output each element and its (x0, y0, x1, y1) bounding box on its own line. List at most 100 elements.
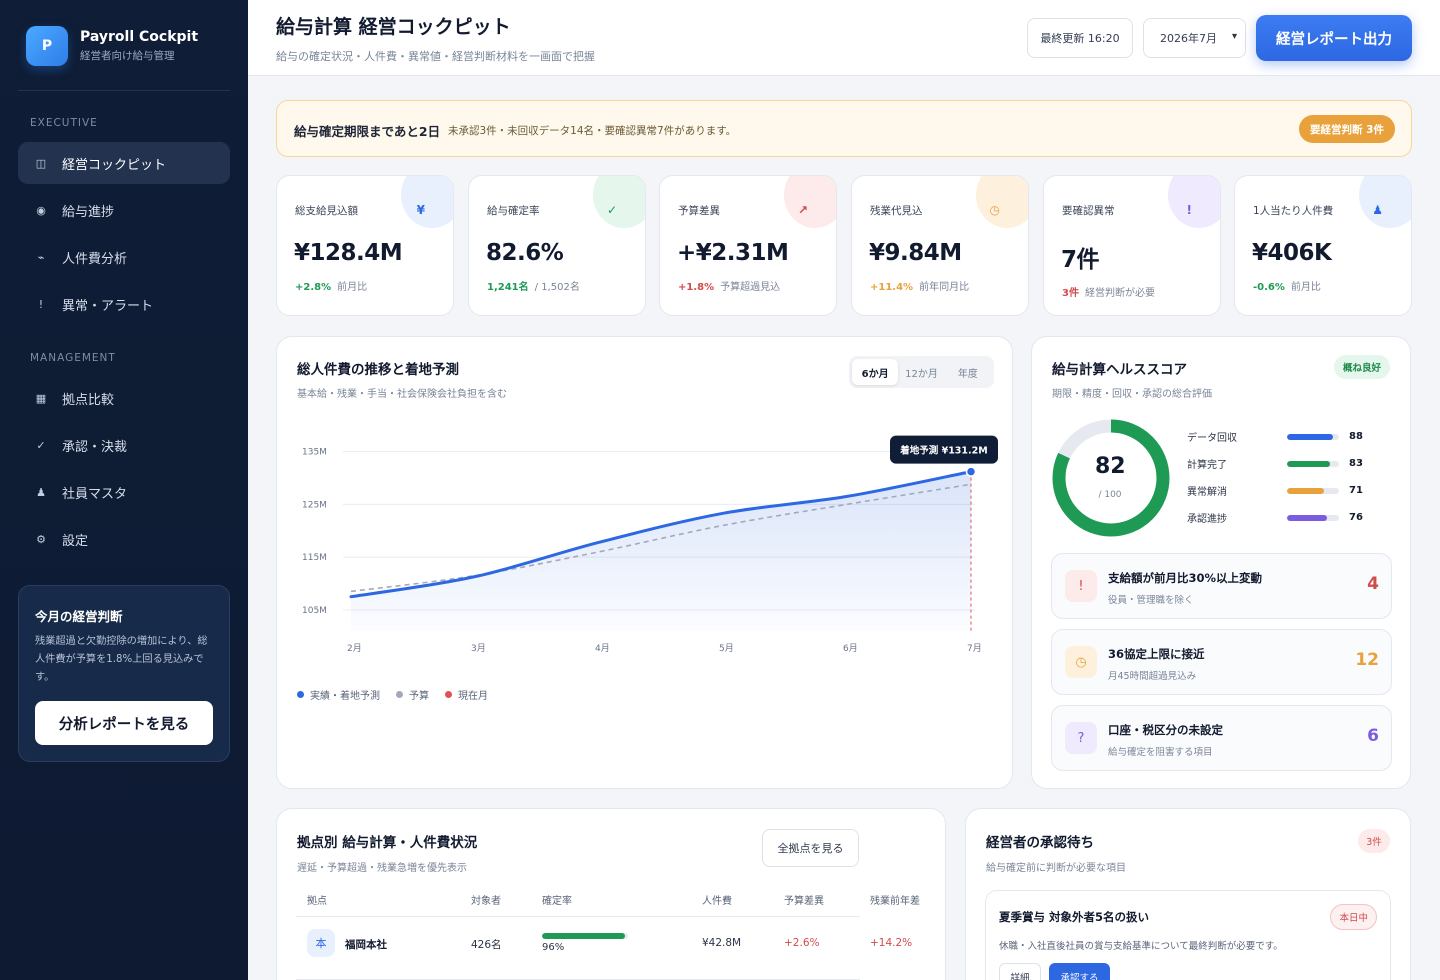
sidebar-item-approvals[interactable]: ✓ 承認・決裁 (18, 424, 230, 466)
clock-icon: ◷ (1065, 646, 1097, 678)
kpi-label: 総支給見込額 (295, 205, 358, 217)
approvals-title: 経営者の承認待ち (986, 835, 1094, 851)
page-subtitle: 給与の確定状況・人件費・異常値・経営判断材料を一画面で把握 (276, 50, 595, 63)
alert-subtitle: 役員・管理職を除く (1108, 595, 1194, 606)
sidebar-item-alerts[interactable]: ! 異常・アラート (18, 283, 230, 325)
site-headcount: 426名 (471, 939, 502, 951)
sidebar-item-label: 給与進捗 (62, 204, 115, 220)
x-tick-label: 5月 (719, 643, 734, 654)
kpi-delta: -0.6% (1253, 282, 1285, 293)
sites-title: 拠点別 給与計算・人件費状況 (297, 835, 478, 851)
month-select-value: 2026年7月 (1160, 32, 1217, 45)
approvals-subtitle: 給与確定前に判断が必要な項目 (986, 863, 1126, 874)
metric-bar (1287, 433, 1339, 440)
metric-value: 88 (1349, 431, 1363, 442)
site-budget-diff: +2.6% (784, 937, 820, 949)
approve-button[interactable]: 承認する (1049, 963, 1110, 980)
metric-data-collection: データ回収 88 (1187, 429, 1363, 444)
sidebar-item-site-compare[interactable]: ▦ 拠点比較 (18, 377, 230, 419)
sidebar-item-progress[interactable]: ◉ 給与進捗 (18, 189, 230, 231)
legend-item-actual: 実績・着地予測 (297, 687, 380, 702)
sidebar-item-label: 経営コックピット (62, 157, 167, 173)
health-status-badge: 概ね良好 (1333, 355, 1390, 379)
metric-fill (1287, 460, 1331, 467)
kpi-label: 予算差異 (678, 205, 720, 217)
sidebar-item-label: 拠点比較 (62, 392, 115, 408)
detail-button[interactable]: 詳細 (999, 963, 1041, 980)
metric-calculation: 計算完了 83 (1187, 456, 1363, 471)
health-title: 給与計算ヘルススコア (1052, 362, 1187, 378)
gear-icon: ⚙ (36, 532, 46, 546)
column-header-confirm-rate: 確定率 (542, 896, 572, 907)
alert-item-pay-variance[interactable]: ! 支給額が前月比30%以上変動 役員・管理職を除く 4 (1051, 553, 1392, 619)
kpi-delta: 3件 (1062, 288, 1079, 299)
alert-item-missing-settings[interactable]: ? 口座・税区分の未設定 給与確定を阻害する項目 6 (1051, 705, 1392, 771)
person-icon: ♟ (36, 485, 46, 499)
site-cost: ¥42.8M (702, 937, 742, 949)
section-management: MANAGEMENT (30, 352, 116, 364)
kpi-note: 予算超過見込 (720, 282, 781, 293)
decision-text: 残業超過と欠勤控除の増加により、総人件費が予算を1.8%上回る見込みです。 (35, 636, 208, 683)
export-report-button[interactable]: 経営レポート出力 (1256, 15, 1412, 61)
kpi-note: 前月比 (337, 282, 368, 293)
alert-title: 口座・税区分の未設定 (1108, 723, 1223, 737)
x-tick-label: 6月 (843, 643, 858, 654)
kpi-card-anomalies[interactable]: ! 要確認異常 7件 3件 経営判断が必要 (1043, 175, 1221, 316)
metric-fill (1287, 487, 1324, 494)
metric-bar (1287, 487, 1339, 494)
sidebar-item-cockpit[interactable]: ◫ 経営コックピット (18, 142, 230, 184)
banner-headline: 給与確定期限まであと2日 (294, 124, 441, 139)
month-select[interactable]: 2026年7月 ▾ (1143, 18, 1246, 58)
exclamation-icon: ! (1065, 570, 1097, 602)
kpi-blob (593, 176, 645, 228)
column-header-budget-diff: 予算差異 (784, 896, 824, 907)
sidebar-item-settings[interactable]: ⚙ 設定 (18, 518, 230, 560)
kpi-card-total-pay[interactable]: ¥ 総支給見込額 ¥128.4M +2.8% 前月比 (276, 175, 454, 316)
kpi-blob (784, 176, 836, 228)
alert-subtitle: 給与確定を阻害する項目 (1108, 747, 1213, 758)
kpi-blob (976, 176, 1028, 228)
y-tick-label: 115M (302, 553, 327, 563)
metric-bar (1287, 460, 1339, 467)
decision-needed-badge[interactable]: 要経営判断 3件 (1299, 115, 1395, 143)
kpi-blob (1168, 176, 1220, 228)
metric-label: 計算完了 (1187, 460, 1227, 471)
sidebar-item-cost-analysis[interactable]: ⌁ 人件費分析 (18, 236, 230, 278)
kpi-value: 82.6% (486, 240, 564, 266)
metric-fill (1287, 514, 1327, 521)
view-all-sites-button[interactable]: 全拠点を見る (762, 829, 859, 867)
deadline-banner: 給与確定期限まであと2日 未承認3件・未回収データ14名・要確認異常7件がありま… (276, 100, 1412, 157)
alert-item-overtime-limit[interactable]: ◷ 36協定上限に接近 月45時間超過見込み 12 (1051, 629, 1392, 695)
legend-dot (445, 691, 452, 698)
brand[interactable]: P Payroll Cockpit 経営者向け給与管理 (26, 26, 198, 66)
metric-fill (1287, 433, 1333, 440)
kpi-card-cost-per-head[interactable]: ♟ 1人当たり人件費 ¥406K -0.6% 前月比 (1234, 175, 1412, 316)
kpi-card-overtime[interactable]: ◷ 残業代見込 ¥9.84M +11.4% 前年同月比 (851, 175, 1029, 316)
kpi-card-budget-variance[interactable]: ↗ 予算差異 +¥2.31M +1.8% 予算超過見込 (659, 175, 837, 316)
kpi-value: ¥128.4M (294, 240, 403, 266)
legend-label: 現在月 (458, 691, 488, 702)
kpi-delta: +2.8% (295, 282, 332, 293)
cost-trend-card: 総人件費の推移と着地予測 基本給・残業・手当・社会保険会社負担を含む 6か月 1… (276, 336, 1013, 789)
trend-icon: ⌁ (37, 250, 45, 264)
brand-logo: P (26, 26, 68, 66)
alert-subtitle: 月45時間超過見込み (1108, 671, 1197, 682)
legend-label: 予算 (409, 691, 429, 702)
health-score-card: 給与計算ヘルススコア 期限・精度・回収・承認の総合評価 概ね良好 82 / 10… (1031, 336, 1411, 789)
sidebar-item-label: 社員マスタ (62, 486, 128, 502)
y-tick-label: 125M (302, 500, 327, 510)
kpi-card-confirm-rate[interactable]: ✓ 給与確定率 82.6% 1,241名 / 1,502名 (468, 175, 646, 316)
kpi-blob (401, 176, 453, 228)
metric-bar (1287, 514, 1339, 521)
sidebar-item-label: 異常・アラート (62, 298, 154, 314)
y-tick-label: 135M (302, 448, 327, 458)
metric-label: データ回収 (1187, 433, 1237, 444)
column-header-site: 拠点 (307, 896, 327, 907)
actual-area (351, 471, 971, 631)
view-report-button[interactable]: 分析レポートを見る (35, 701, 213, 745)
kpi-value: 7件 (1061, 247, 1100, 273)
chart-legend: 実績・着地予測 予算 現在月 (297, 687, 504, 702)
approval-item: 夏季賞与 対象外者5名の扱い 本日中 休職・入社直後社員の賞与支給基準について最… (985, 890, 1391, 980)
sidebar-item-employees[interactable]: ♟ 社員マスタ (18, 471, 230, 513)
table-divider (296, 916, 860, 917)
